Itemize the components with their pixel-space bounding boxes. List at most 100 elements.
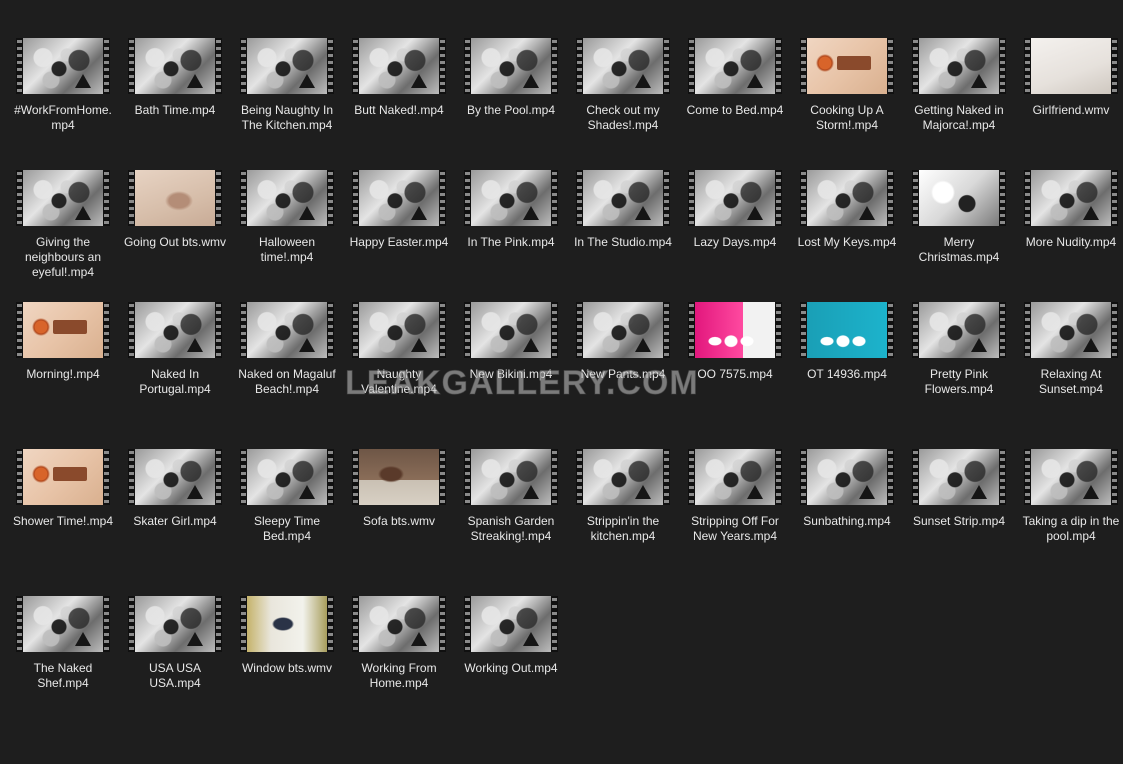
video-thumbnail[interactable] — [912, 449, 1006, 505]
file-item[interactable]: Happy Easter.mp4 — [346, 170, 452, 302]
file-item[interactable]: Giving the neighbours an eyeful!.mp4 — [10, 170, 116, 302]
file-item[interactable]: Spanish Garden Streaking!.mp4 — [458, 449, 564, 596]
video-thumbnail[interactable] — [240, 302, 334, 358]
file-item[interactable]: Cooking Up A Storm!.mp4 — [794, 38, 900, 170]
film-strip-left — [352, 449, 359, 505]
video-thumbnail[interactable] — [240, 38, 334, 94]
file-item[interactable]: Sofa bts.wmv — [346, 449, 452, 596]
video-thumbnail[interactable] — [688, 302, 782, 358]
video-thumbnail[interactable] — [128, 170, 222, 226]
video-thumbnail[interactable] — [1024, 170, 1118, 226]
thumbnail-frame — [247, 38, 327, 94]
file-item[interactable]: Come to Bed.mp4 — [682, 38, 788, 170]
file-name-label: Sunbathing.mp4 — [803, 514, 891, 528]
file-item[interactable]: Pretty Pink Flowers.mp4 — [906, 302, 1012, 449]
video-thumbnail[interactable] — [1024, 449, 1118, 505]
file-item[interactable]: Stripping Off For New Years.mp4 — [682, 449, 788, 596]
file-name-label: Come to Bed.mp4 — [686, 103, 784, 117]
video-thumbnail[interactable] — [912, 302, 1006, 358]
file-item[interactable]: Working From Home.mp4 — [346, 596, 452, 728]
video-thumbnail[interactable] — [464, 449, 558, 505]
file-name-label: OO 7575.mp4 — [697, 367, 773, 381]
file-item[interactable]: OT 14936.mp4 — [794, 302, 900, 449]
video-thumbnail[interactable] — [128, 38, 222, 94]
video-thumbnail[interactable] — [800, 302, 894, 358]
file-item[interactable]: Butt Naked!.mp4 — [346, 38, 452, 170]
video-thumbnail[interactable] — [576, 449, 670, 505]
file-item[interactable]: Sunbathing.mp4 — [794, 449, 900, 596]
file-item[interactable]: Skater Girl.mp4 — [122, 449, 228, 596]
file-item[interactable]: Check out my Shades!.mp4 — [570, 38, 676, 170]
file-item[interactable]: Morning!.mp4 — [10, 302, 116, 449]
file-item[interactable]: Naked In Portugal.mp4 — [122, 302, 228, 449]
file-item[interactable]: #WorkFromHome.mp4 — [10, 38, 116, 170]
file-item[interactable]: Getting Naked in Majorca!.mp4 — [906, 38, 1012, 170]
file-item[interactable]: By the Pool.mp4 — [458, 38, 564, 170]
file-item[interactable]: Lost My Keys.mp4 — [794, 170, 900, 302]
file-item[interactable]: Girlfriend.wmv — [1018, 38, 1123, 170]
video-thumbnail[interactable] — [800, 449, 894, 505]
video-thumbnail[interactable] — [688, 449, 782, 505]
file-item[interactable]: More Nudity.mp4 — [1018, 170, 1123, 302]
video-thumbnail[interactable] — [464, 302, 558, 358]
file-item[interactable]: USA USA USA.mp4 — [122, 596, 228, 728]
video-thumbnail[interactable] — [16, 38, 110, 94]
file-item[interactable]: The Naked Shef.mp4 — [10, 596, 116, 728]
video-thumbnail[interactable] — [1024, 38, 1118, 94]
file-item[interactable]: OO 7575.mp4 — [682, 302, 788, 449]
file-item[interactable]: In The Studio.mp4 — [570, 170, 676, 302]
video-thumbnail[interactable] — [576, 170, 670, 226]
video-thumbnail[interactable] — [352, 449, 446, 505]
video-thumbnail[interactable] — [352, 596, 446, 652]
video-thumbnail[interactable] — [576, 38, 670, 94]
file-item[interactable]: Window bts.wmv — [234, 596, 340, 728]
file-item[interactable]: Sleepy Time Bed.mp4 — [234, 449, 340, 596]
video-thumbnail[interactable] — [688, 170, 782, 226]
file-item[interactable]: Halloween time!.mp4 — [234, 170, 340, 302]
file-item[interactable]: Sunset Strip.mp4 — [906, 449, 1012, 596]
file-item[interactable]: Being Naughty In The Kitchen.mp4 — [234, 38, 340, 170]
video-thumbnail[interactable] — [1024, 302, 1118, 358]
video-thumbnail[interactable] — [464, 596, 558, 652]
video-thumbnail[interactable] — [16, 449, 110, 505]
file-item[interactable]: Naughty Valentine.mp4 — [346, 302, 452, 449]
video-thumbnail[interactable] — [912, 38, 1006, 94]
video-thumbnail[interactable] — [16, 170, 110, 226]
file-item[interactable]: Naked on Magaluf Beach!.mp4 — [234, 302, 340, 449]
file-item[interactable]: Bath Time.mp4 — [122, 38, 228, 170]
video-thumbnail[interactable] — [128, 449, 222, 505]
file-item[interactable]: Relaxing At Sunset.mp4 — [1018, 302, 1123, 449]
video-thumbnail[interactable] — [800, 38, 894, 94]
video-thumbnail[interactable] — [128, 302, 222, 358]
file-item[interactable]: In The Pink.mp4 — [458, 170, 564, 302]
video-thumbnail[interactable] — [352, 302, 446, 358]
video-thumbnail[interactable] — [240, 170, 334, 226]
video-thumbnail[interactable] — [912, 170, 1006, 226]
file-item[interactable]: Strippin'in the kitchen.mp4 — [570, 449, 676, 596]
file-item[interactable]: Going Out bts.wmv — [122, 170, 228, 302]
video-thumbnail[interactable] — [352, 38, 446, 94]
file-item[interactable]: Taking a dip in the pool.mp4 — [1018, 449, 1123, 596]
video-thumbnail[interactable] — [352, 170, 446, 226]
film-strip-left — [1024, 170, 1031, 226]
video-thumbnail[interactable] — [240, 449, 334, 505]
file-item[interactable]: New Pants.mp4 — [570, 302, 676, 449]
file-item[interactable]: Lazy Days.mp4 — [682, 170, 788, 302]
video-thumbnail[interactable] — [800, 170, 894, 226]
file-name-label: Check out my Shades!.mp4 — [586, 103, 660, 132]
video-thumbnail[interactable] — [16, 596, 110, 652]
file-item[interactable]: New Bikini.mp4 — [458, 302, 564, 449]
file-name-label: OT 14936.mp4 — [807, 367, 887, 381]
video-thumbnail[interactable] — [240, 596, 334, 652]
file-item[interactable]: Working Out.mp4 — [458, 596, 564, 728]
video-thumbnail[interactable] — [464, 170, 558, 226]
video-thumbnail[interactable] — [688, 38, 782, 94]
file-item[interactable]: Shower Time!.mp4 — [10, 449, 116, 596]
file-item[interactable]: Merry Christmas.mp4 — [906, 170, 1012, 302]
video-thumbnail[interactable] — [464, 38, 558, 94]
film-strip-left — [688, 38, 695, 94]
video-thumbnail[interactable] — [128, 596, 222, 652]
video-thumbnail[interactable] — [576, 302, 670, 358]
video-thumbnail[interactable] — [16, 302, 110, 358]
thumbnail-frame — [23, 449, 103, 505]
